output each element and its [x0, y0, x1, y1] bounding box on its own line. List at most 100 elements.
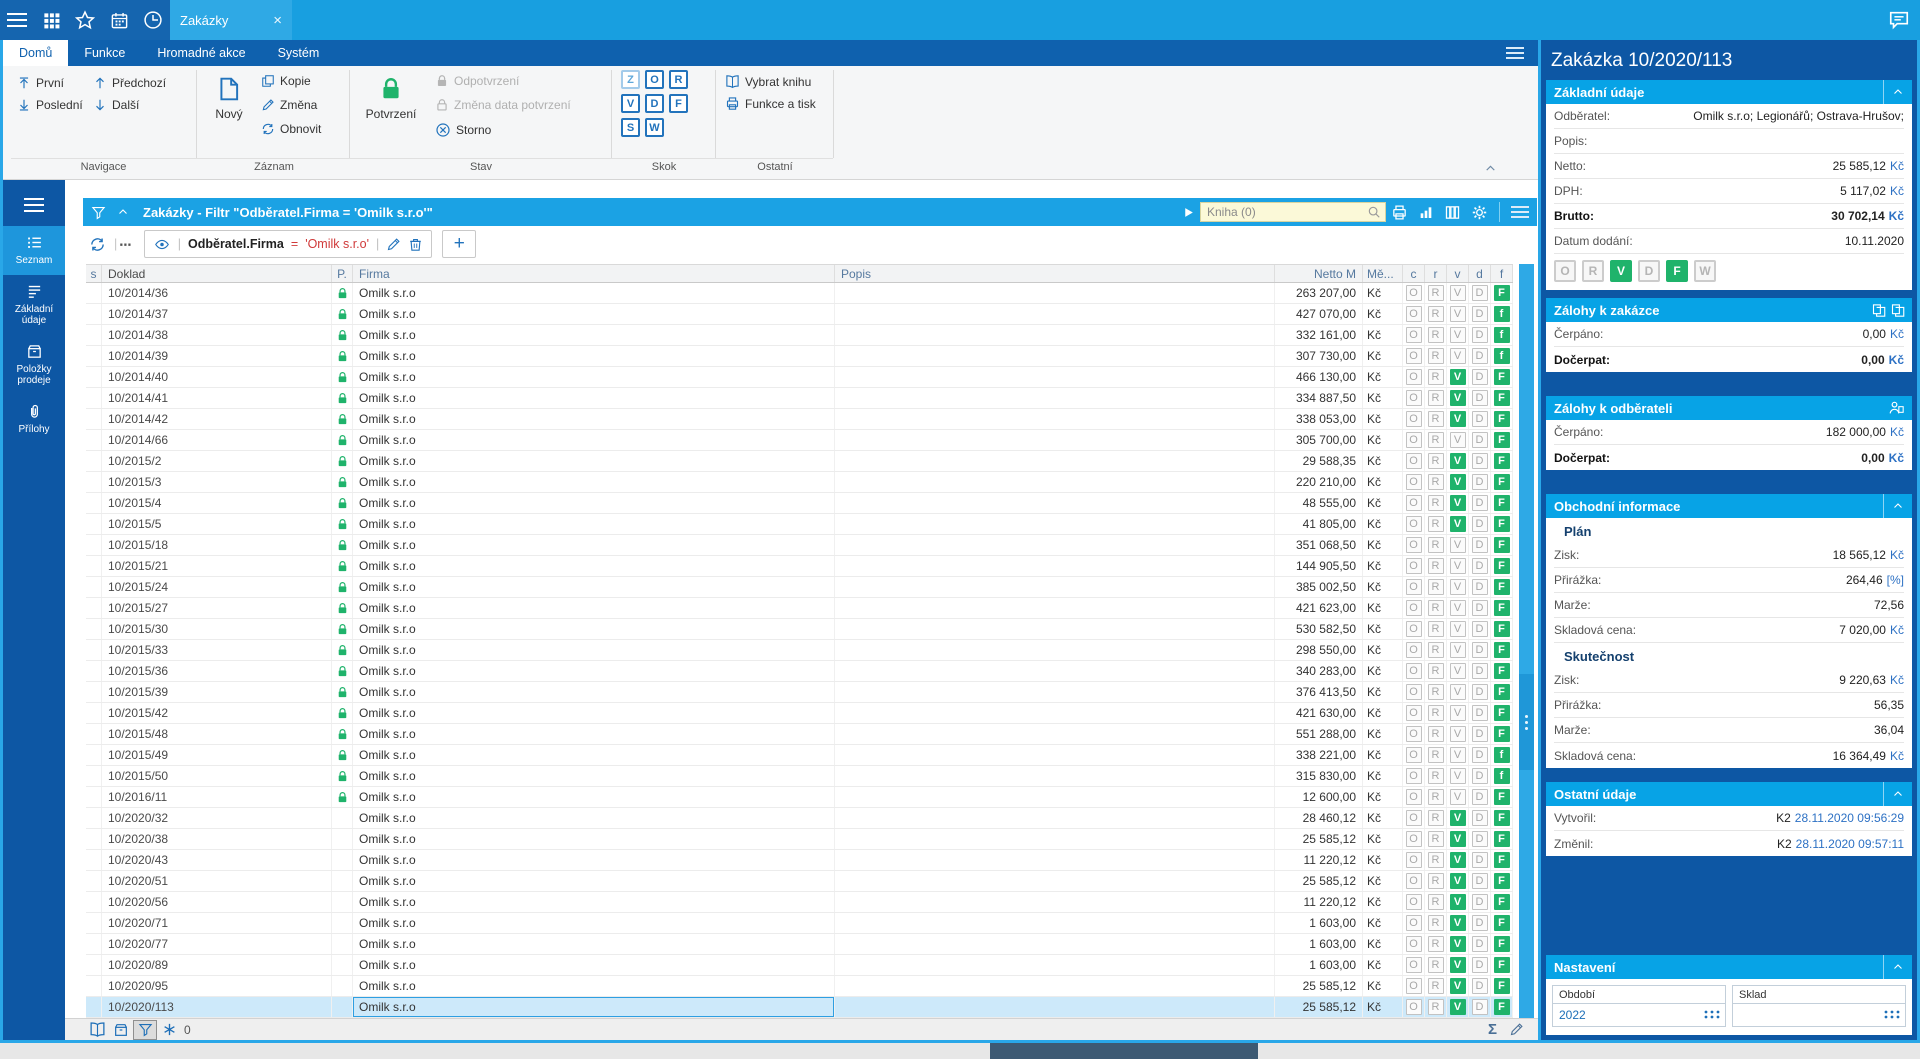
main-menu-button[interactable]: [0, 0, 34, 40]
refresh-button[interactable]: Obnovit: [261, 122, 321, 136]
refresh-filter-button[interactable]: [89, 236, 106, 253]
new-button[interactable]: Nový: [207, 74, 251, 121]
table-row[interactable]: 10/2015/21Omilk s.r.o144 905,50KčORVDF: [86, 556, 1513, 577]
table-row[interactable]: 10/2015/33Omilk s.r.o298 550,00KčORVDF: [86, 640, 1513, 661]
collapse-section-button[interactable]: [1883, 955, 1912, 979]
table-row[interactable]: 10/2015/50Omilk s.r.o315 830,00KčORVDf: [86, 766, 1513, 787]
eye-icon[interactable]: [153, 237, 171, 252]
add-filter-button[interactable]: +: [442, 230, 476, 258]
trash-icon[interactable]: [408, 237, 423, 252]
skok-v-button[interactable]: V: [621, 94, 640, 113]
expand-book-button[interactable]: [1182, 206, 1195, 219]
table-row[interactable]: 10/2015/24Omilk s.r.o385 002,50KčORVDF: [86, 577, 1513, 598]
confirm-button[interactable]: Potvrzení: [359, 74, 423, 121]
settings-button[interactable]: [1471, 204, 1488, 221]
table-row[interactable]: 10/2020/113Omilk s.r.o25 585,12KčORVDF: [86, 997, 1513, 1018]
column-header-doklad[interactable]: Doklad: [102, 265, 332, 282]
table-row[interactable]: 10/2016/11Omilk s.r.o12 600,00KčORVDF: [86, 787, 1513, 808]
skok-d-button[interactable]: D: [645, 94, 664, 113]
table-row[interactable]: 10/2015/48Omilk s.r.o551 288,00KčORVDF: [86, 724, 1513, 745]
more-button[interactable]: ⋯: [119, 237, 134, 252]
book-view-button[interactable]: [85, 1020, 109, 1040]
column-header-firma[interactable]: Firma: [353, 265, 835, 282]
table-row[interactable]: 10/2020/38Omilk s.r.o25 585,12KčORVDF: [86, 829, 1513, 850]
filter-collapse-button[interactable]: [116, 206, 130, 218]
copy-button[interactable]: Kopie: [261, 74, 311, 88]
table-row[interactable]: 10/2015/27Omilk s.r.o421 623,00KčORVDF: [86, 598, 1513, 619]
table-row[interactable]: 10/2014/37Omilk s.r.o427 070,00KčORVDf: [86, 304, 1513, 325]
warehouse-input[interactable]: [1733, 1004, 1905, 1026]
book-search-input[interactable]: [1200, 202, 1386, 222]
table-row[interactable]: 10/2014/40Omilk s.r.o466 130,00KčORVDF: [86, 367, 1513, 388]
filter-funnel-button[interactable]: [91, 205, 106, 220]
storno-button[interactable]: Storno: [435, 122, 491, 138]
table-row[interactable]: 10/2015/18Omilk s.r.o351 068,50KčORVDF: [86, 535, 1513, 556]
table-row[interactable]: 10/2020/32Omilk s.r.o28 460,12KčORVDF: [86, 808, 1513, 829]
table-row[interactable]: 10/2014/38Omilk s.r.o332 161,00KčORVDf: [86, 325, 1513, 346]
table-row[interactable]: 10/2015/36Omilk s.r.o340 283,00KčORVDF: [86, 661, 1513, 682]
edit-pencil-icon[interactable]: [1509, 1022, 1524, 1037]
filter-toggle-button[interactable]: [133, 1020, 157, 1040]
column-header-m[interactable]: Mě...: [1363, 265, 1403, 282]
table-row[interactable]: 10/2020/71Omilk s.r.o1 603,00KčORVDF: [86, 913, 1513, 934]
sum-button[interactable]: Σ: [1488, 1021, 1497, 1038]
skok-o-button[interactable]: O: [645, 70, 664, 89]
document-tab[interactable]: Zakázky ×: [170, 0, 292, 40]
table-row[interactable]: 10/2020/95Omilk s.r.o25 585,12KčORVDF: [86, 976, 1513, 997]
customer-doc-button[interactable]: [1888, 400, 1912, 416]
table-row[interactable]: 10/2014/66Omilk s.r.o305 700,00KčORVDF: [86, 430, 1513, 451]
pencil-icon[interactable]: [386, 237, 401, 252]
pick-book-button[interactable]: Vybrat knihu: [725, 74, 811, 89]
archive-view-button[interactable]: [109, 1020, 133, 1040]
last-button[interactable]: Poslední: [17, 98, 83, 112]
apps-button[interactable]: [34, 0, 68, 40]
table-row[interactable]: 10/2014/36Omilk s.r.o263 207,00KčORVDF: [86, 283, 1513, 304]
previous-button[interactable]: Předchozí: [93, 76, 166, 90]
column-header-p[interactable]: P.: [332, 265, 353, 282]
print-button[interactable]: [1391, 204, 1408, 221]
collapse-ribbon-button[interactable]: [1483, 162, 1498, 175]
lookup-dots-icon[interactable]: [1703, 1009, 1721, 1019]
wildcard-button[interactable]: [157, 1020, 181, 1040]
sidebar-item-seznam[interactable]: Seznam: [3, 226, 65, 275]
column-header-popis[interactable]: Popis: [835, 265, 1275, 282]
ribbon-tab-domu[interactable]: Domů: [3, 40, 68, 66]
table-row[interactable]: 10/2015/49Omilk s.r.o338 221,00KčORVDf: [86, 745, 1513, 766]
ribbon-tab-system[interactable]: Systém: [262, 40, 336, 66]
table-row[interactable]: 10/2015/2Omilk s.r.o29 588,35KčORVDF: [86, 451, 1513, 472]
calendar-button[interactable]: [102, 0, 136, 40]
table-scrollbar[interactable]: [1519, 264, 1534, 1018]
table-row[interactable]: 10/2014/39Omilk s.r.o307 730,00KčORVDf: [86, 346, 1513, 367]
favorites-button[interactable]: [68, 0, 102, 40]
skok-z-button[interactable]: Z: [621, 70, 640, 89]
table-row[interactable]: 10/2020/56Omilk s.r.o11 220,12KčORVDF: [86, 892, 1513, 913]
skok-f-button[interactable]: F: [669, 94, 688, 113]
first-button[interactable]: První: [17, 76, 64, 90]
table-row[interactable]: 10/2020/43Omilk s.r.o11 220,12KčORVDF: [86, 850, 1513, 871]
column-header-c[interactable]: c: [1403, 265, 1425, 282]
period-input[interactable]: [1553, 1004, 1725, 1026]
advances-doc-buttons[interactable]: [1871, 303, 1912, 318]
table-row[interactable]: 10/2015/5Omilk s.r.o41 805,00KčORVDF: [86, 514, 1513, 535]
table-row[interactable]: 10/2014/42Omilk s.r.o338 053,00KčORVDF: [86, 409, 1513, 430]
table-row[interactable]: 10/2015/42Omilk s.r.o421 630,00KčORVDF: [86, 703, 1513, 724]
chart-button[interactable]: [1418, 204, 1434, 220]
ribbon-tab-funkce[interactable]: Funkce: [68, 40, 141, 66]
table-row[interactable]: 10/2015/30Omilk s.r.o530 582,50KčORVDF: [86, 619, 1513, 640]
column-header-nettom[interactable]: Netto M: [1275, 265, 1363, 282]
scrollbar-thumb[interactable]: [1519, 674, 1534, 770]
collapse-section-button[interactable]: [1883, 494, 1912, 518]
filter-condition-chip[interactable]: | Odběratel.Firma = 'Omilk s.r.o' |: [144, 230, 433, 258]
columns-button[interactable]: [1444, 204, 1461, 221]
table-row[interactable]: 10/2015/39Omilk s.r.o376 413,50KčORVDF: [86, 682, 1513, 703]
skok-w-button[interactable]: W: [645, 118, 664, 137]
next-button[interactable]: Další: [93, 98, 139, 112]
ribbon-menu-button[interactable]: [1506, 40, 1538, 66]
chat-button[interactable]: [1888, 9, 1910, 31]
sidebar-menu-button[interactable]: [3, 180, 65, 226]
column-header-r[interactable]: r: [1425, 265, 1447, 282]
column-header-f[interactable]: f: [1491, 265, 1513, 282]
column-header-s[interactable]: s: [86, 265, 102, 282]
sidebar-item-polozky-prodeje[interactable]: Položky prodeje: [3, 335, 65, 395]
taskbar-window-indicator[interactable]: [990, 1043, 1258, 1059]
